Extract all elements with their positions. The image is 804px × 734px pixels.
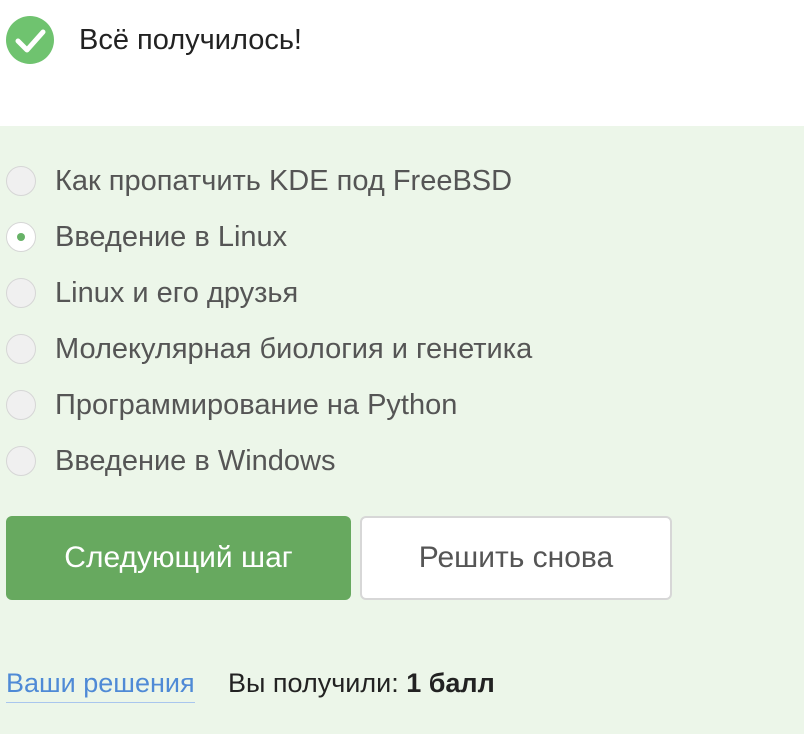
quiz-panel: Как пропатчить KDE под FreeBSD Введение … [0, 126, 804, 734]
radio-button[interactable] [6, 390, 36, 420]
answer-option[interactable]: Молекулярная биология и генетика [6, 330, 786, 370]
solve-again-button[interactable]: Решить снова [360, 516, 672, 600]
option-label: Программирование на Python [55, 389, 458, 421]
next-step-button[interactable]: Следующий шаг [6, 516, 351, 600]
success-message: Всё получилось! [79, 24, 302, 56]
your-solutions-link[interactable]: Ваши решения [6, 664, 195, 703]
answer-option[interactable]: Как пропатчить KDE под FreeBSD [6, 162, 786, 202]
radio-button-checked[interactable] [6, 222, 36, 252]
option-label: Молекулярная биология и генетика [55, 333, 533, 365]
result-footer: Ваши решения Вы получили: 1 балл [6, 664, 786, 704]
answer-option-selected[interactable]: Введение в Linux [6, 218, 786, 258]
radio-button[interactable] [6, 334, 36, 364]
option-label: Введение в Linux [55, 221, 288, 253]
score-value: 1 балл [406, 668, 495, 698]
answer-option[interactable]: Linux и его друзья [6, 274, 786, 314]
radio-button[interactable] [6, 446, 36, 476]
answer-option[interactable]: Программирование на Python [6, 386, 786, 426]
radio-button[interactable] [6, 278, 36, 308]
radio-button[interactable] [6, 166, 36, 196]
option-label: Как пропатчить KDE под FreeBSD [55, 165, 513, 197]
option-label: Linux и его друзья [55, 277, 299, 309]
score-text: Вы получили: 1 балл [228, 664, 495, 702]
radio-dot-icon [17, 233, 25, 241]
result-header: Всё получилось! [0, 0, 804, 126]
option-label: Введение в Windows [55, 445, 336, 477]
answer-option[interactable]: Введение в Windows [6, 442, 786, 482]
score-prefix: Вы получили: [228, 668, 399, 698]
check-circle-icon [6, 16, 54, 64]
